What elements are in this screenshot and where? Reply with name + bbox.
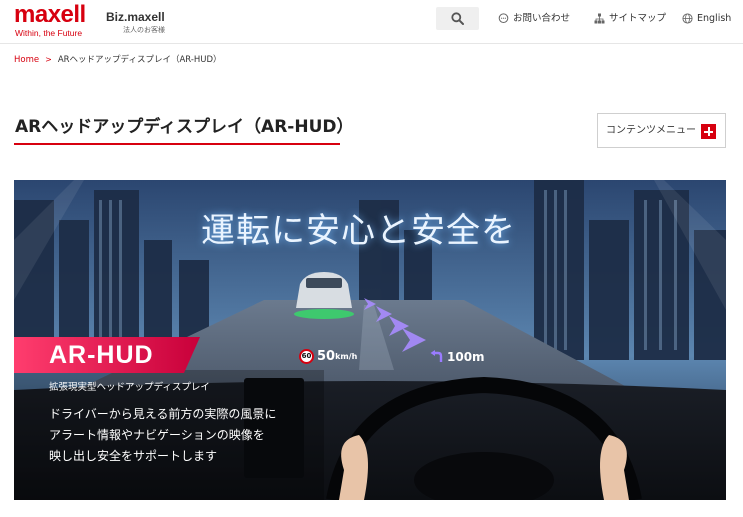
hero-description-line: 映し出し安全をサポートします: [49, 449, 218, 463]
biz-subtitle: 法人のお客様: [123, 26, 165, 34]
breadcrumb-separator-icon: >: [45, 55, 52, 64]
chat-bubble-icon: [498, 13, 509, 23]
search-button[interactable]: [436, 7, 479, 30]
breadcrumb-home-link[interactable]: Home: [14, 55, 39, 65]
site-header: maxell Within, the Future Biz.maxell 法人の…: [0, 0, 743, 44]
speed-readout: 60 50km/h: [299, 346, 357, 364]
hero-description-line: アラート情報やナビゲーションの映像を: [49, 428, 265, 442]
ar-hud-badge: AR-HUD: [14, 337, 200, 373]
breadcrumb-current: ARヘッドアップディスプレイ（AR-HUD）: [57, 55, 222, 65]
distance-value: 100m: [447, 349, 485, 364]
hero-subtitle: 拡張現実型ヘッドアップディスプレイ: [49, 382, 210, 393]
nav-sitemap-link[interactable]: サイトマップ: [594, 12, 666, 26]
content-menu-label: コンテンツメニュー: [606, 125, 696, 136]
biz-maxell-link[interactable]: Biz.maxell 法人のお客様: [106, 10, 186, 35]
maxell-logo[interactable]: maxell Within, the Future: [14, 1, 98, 39]
logo-tagline: Within, the Future: [15, 28, 83, 38]
logo-wordmark: maxell: [14, 1, 86, 28]
speed-unit: km/h: [335, 352, 358, 361]
nav-contact-link[interactable]: お問い合わせ: [498, 12, 570, 26]
navigation-distance: 100m: [430, 346, 485, 364]
search-icon: [451, 12, 464, 25]
content-menu-button[interactable]: コンテンツメニュー: [597, 113, 726, 148]
globe-icon: [682, 13, 693, 24]
speed-limit-sign: 60: [299, 349, 314, 364]
turn-arrow-icon: [430, 350, 443, 362]
biz-title: Biz.maxell: [106, 10, 165, 24]
nav-english-link[interactable]: English: [682, 12, 731, 26]
hero-banner: 運転に安心と安全を 60 50km/h 100m AR-HUD 拡張現実型ヘッドア…: [14, 180, 726, 500]
nav-contact-label: お問い合わせ: [513, 13, 571, 24]
plus-icon: [701, 124, 716, 139]
speed-value: 50: [317, 349, 336, 364]
hero-headline: 運転に安心と安全を: [201, 211, 516, 251]
nav-english-label: English: [697, 13, 732, 24]
page-title: ARヘッドアップディスプレイ（AR-HUD）: [15, 117, 354, 137]
hero-description-line: ドライバーから見える前方の実際の風景に: [49, 407, 277, 421]
breadcrumb: Home > ARヘッドアップディスプレイ（AR-HUD）: [14, 54, 222, 66]
sitemap-icon: [594, 13, 605, 24]
hero-description: ドライバーから見える前方の実際の風景に アラート情報やナビゲーションの映像を 映…: [49, 404, 349, 467]
nav-sitemap-label: サイトマップ: [609, 13, 667, 24]
ar-hud-badge-label: AR-HUD: [49, 341, 154, 369]
title-underline: [14, 143, 340, 145]
